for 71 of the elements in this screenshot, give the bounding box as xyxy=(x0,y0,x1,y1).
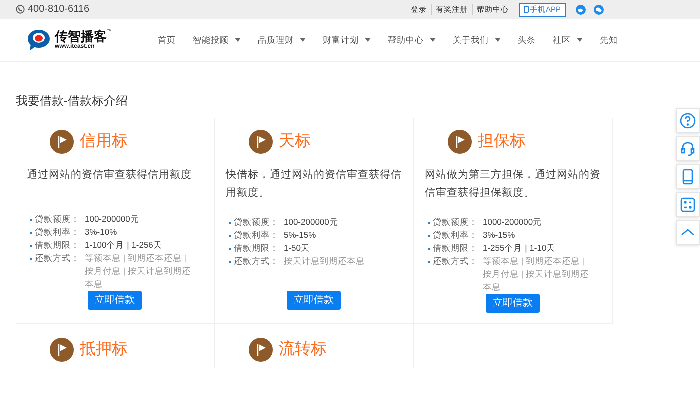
borrow-button[interactable]: 立即借款 xyxy=(486,294,540,313)
chat-icon[interactable] xyxy=(594,4,604,14)
card-title: 流转标 xyxy=(279,340,327,360)
detail-value: 100-200000元 xyxy=(284,216,340,229)
nav-item[interactable]: 首页 xyxy=(158,34,176,46)
nav-item[interactable]: 社区 xyxy=(553,34,583,46)
help-button[interactable] xyxy=(676,108,700,133)
nav-item[interactable]: 帮助中心 xyxy=(388,34,436,46)
caret-icon xyxy=(577,38,583,42)
flag-icon xyxy=(249,338,273,362)
detail-value: 1-50天 xyxy=(284,242,312,255)
card-description: 快借标，通过网站的资信审查获得信用额度。 xyxy=(226,168,403,201)
grid-icon xyxy=(680,196,696,212)
detail-label: 贷款额度： xyxy=(433,216,479,229)
detail-label: 还款方式： xyxy=(234,255,280,268)
nav-item[interactable]: 头条 xyxy=(518,34,536,46)
detail-label: 借款期限： xyxy=(35,239,81,252)
support-button[interactable] xyxy=(676,136,700,161)
detail-value: 3%-15% xyxy=(483,229,516,242)
detail-label: 贷款利率： xyxy=(433,229,479,242)
flag-icon xyxy=(448,130,472,154)
nav-item[interactable]: 财富计划 xyxy=(323,34,371,46)
detail-label: 贷款利率： xyxy=(35,226,81,239)
mobile-icon xyxy=(680,168,696,184)
detail-label: 借款期限： xyxy=(234,242,280,255)
headset-icon xyxy=(680,140,696,156)
phone-icon xyxy=(16,5,25,14)
nav-item[interactable]: 品质理财 xyxy=(258,34,306,46)
nav-item[interactable]: 先知 xyxy=(600,34,618,46)
detail-value: 1-255个月 | 1-10天 xyxy=(483,242,557,255)
detail-value: 1000-200000元 xyxy=(483,216,544,229)
apps-button[interactable] xyxy=(676,192,700,217)
detail-value: 1-100个月 | 1-256天 xyxy=(85,239,164,252)
card-description: 网站做为第三方担保，通过网站的资信审查获得担保额度。 xyxy=(425,168,602,201)
card-title: 担保标 xyxy=(478,132,526,152)
detail-value: 100-200000元 xyxy=(85,213,140,226)
page-title: 我要借款-借款标介绍 xyxy=(16,93,129,109)
detail-label: 还款方式： xyxy=(433,255,479,268)
caret-icon xyxy=(300,38,306,42)
caret-icon xyxy=(235,38,241,42)
card-description: 通过网站的资信审查获得信用额度 xyxy=(27,168,193,183)
detail-value: 5%-15% xyxy=(284,229,318,242)
card-title: 抵押标 xyxy=(80,340,128,360)
back-to-top-button[interactable] xyxy=(676,220,700,245)
caret-icon xyxy=(365,38,371,42)
borrow-button[interactable]: 立即借款 xyxy=(287,291,341,310)
card-title: 天标 xyxy=(279,132,311,152)
detail-label: 贷款利率： xyxy=(234,229,280,242)
detail-value: 3%-10% xyxy=(85,226,118,239)
mobile-button[interactable] xyxy=(676,164,700,189)
detail-value: 等额本息 | 到期还本还息 | 按月付息 | 按天计息到期还本息 xyxy=(483,255,590,294)
detail-label: 还款方式： xyxy=(35,252,81,265)
logo-icon xyxy=(26,28,52,52)
logo-name: 传智播客 xyxy=(55,30,107,43)
detail-value: 等额本息 | 到期还本还息 | 按月付息 | 按天计息到期还本息 xyxy=(85,252,192,291)
detail-label: 贷款额度： xyxy=(35,213,81,226)
flag-icon xyxy=(249,130,273,154)
detail-value: 按天计息到期还本息 xyxy=(284,255,366,268)
caret-icon xyxy=(430,38,436,42)
caret-icon xyxy=(495,38,501,42)
card-title: 信用标 xyxy=(80,132,128,152)
nav-item[interactable]: 智能投顾 xyxy=(193,34,241,46)
detail-label: 贷款额度： xyxy=(234,216,280,229)
detail-label: 借款期限： xyxy=(433,242,479,255)
flag-icon xyxy=(50,130,74,154)
help-icon xyxy=(680,112,696,128)
borrow-button[interactable]: 立即借款 xyxy=(88,291,142,310)
nav-item[interactable]: 关于我们 xyxy=(453,34,501,46)
mobile-icon xyxy=(524,6,529,13)
phone-number: 400-810-6116 xyxy=(28,3,90,17)
flag-icon xyxy=(50,338,74,362)
